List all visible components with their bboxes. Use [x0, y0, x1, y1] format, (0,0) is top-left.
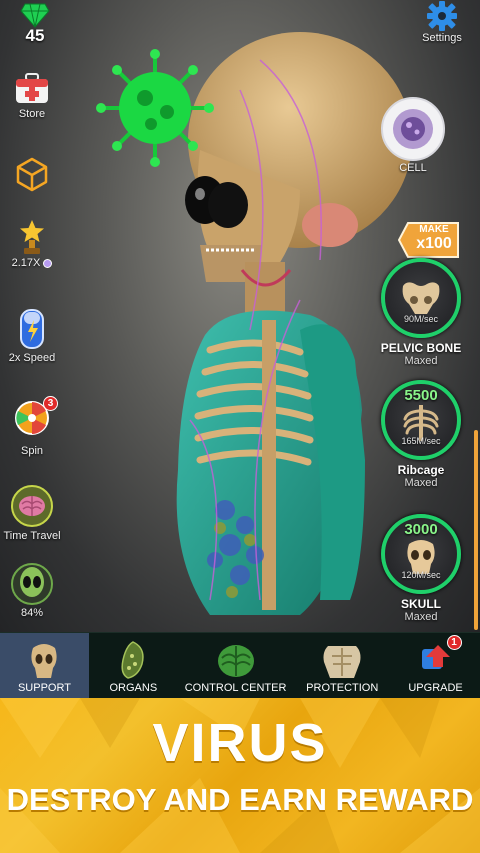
- tab-label: ORGANS: [109, 682, 158, 694]
- tab-organs[interactable]: ORGANS: [89, 633, 178, 698]
- tab-upgrade[interactable]: 1 UPGRADE: [391, 633, 480, 698]
- make-count: x100: [416, 235, 452, 252]
- upgrade-badge: 1: [446, 635, 462, 650]
- time-travel-label: Time Travel: [3, 530, 61, 542]
- banner-title: VIRUS: [152, 713, 328, 773]
- bottom-nav: SUPPORT ORGANS CONTROL CENTER PROTECTION…: [0, 632, 480, 698]
- organ-icon: [121, 641, 145, 679]
- gem-count: 45: [25, 26, 45, 45]
- alien-skull-icon: [31, 644, 58, 678]
- spin-button[interactable]: 3 Spin: [4, 396, 60, 457]
- potion-bottle-icon: [20, 309, 44, 349]
- make-label: MAKE: [419, 224, 449, 235]
- cube-button[interactable]: [4, 156, 60, 192]
- torso-armor-icon: [323, 646, 361, 678]
- upgrade-status: Maxed: [404, 355, 438, 367]
- cube-icon: [16, 157, 48, 192]
- upgrade-rate: 90M/sec: [403, 314, 438, 324]
- gem-icon: [20, 3, 50, 28]
- multiplier-label: 2.17X: [11, 257, 41, 269]
- brain-icon: [11, 485, 53, 527]
- cell-icon: [381, 97, 445, 161]
- banner-subtitle: DESTROY AND EARN REWARD: [6, 782, 474, 817]
- upgrade-skull[interactable]: 3000 120M/sec SKULL Maxed: [380, 514, 462, 623]
- tab-support[interactable]: SUPPORT: [0, 633, 89, 698]
- upgrade-cost: 5500: [404, 387, 438, 404]
- speed-label: 2x Speed: [8, 352, 56, 364]
- speed-button[interactable]: 2x Speed: [4, 306, 60, 364]
- upgrade-name: Ribcage: [397, 463, 445, 477]
- trophy-star-icon: [20, 220, 44, 254]
- time-travel-button[interactable]: Time Travel: [1, 484, 63, 542]
- tab-control-center[interactable]: CONTROL CENTER: [178, 633, 294, 698]
- scrollbar[interactable]: [474, 430, 478, 630]
- tab-label: CONTROL CENTER: [184, 682, 287, 694]
- tab-label: SUPPORT: [17, 682, 71, 694]
- upgrade-rate: 120M/sec: [401, 570, 441, 580]
- upgrade-rate: 165M/sec: [401, 436, 441, 446]
- tab-protection[interactable]: PROTECTION: [293, 633, 391, 698]
- cell-button[interactable]: CELL: [378, 96, 448, 174]
- make-multiplier-button[interactable]: MAKE x100: [398, 221, 460, 259]
- alien-head-icon: [11, 563, 53, 605]
- progress-percent: 84%: [20, 607, 44, 619]
- gear-icon: [427, 1, 457, 31]
- gem-counter: 45: [18, 2, 52, 46]
- first-aid-kit-icon: [16, 73, 48, 103]
- upgrade-ribcage[interactable]: 5500 165M/sec Ribcage Maxed: [380, 380, 462, 489]
- alien-progress-button[interactable]: 84%: [4, 562, 60, 619]
- spin-badge: 3: [43, 396, 58, 411]
- virus-icon[interactable]: [95, 48, 215, 168]
- game-scene[interactable]: 45 Settings Store 2.17X 2x Speed 3 Spin …: [0, 0, 480, 632]
- cell-label: CELL: [399, 162, 427, 174]
- gem-mini-icon: [43, 258, 53, 268]
- upgrade-status: Maxed: [404, 477, 438, 489]
- settings-label: Settings: [422, 32, 462, 44]
- upgrade-status: Maxed: [404, 611, 438, 623]
- store-label: Store: [18, 108, 46, 120]
- upgrade-cost: 3000: [404, 521, 438, 538]
- brain-green-icon: [217, 645, 254, 677]
- multiplier-button[interactable]: 2.17X: [4, 218, 60, 269]
- spin-label: Spin: [20, 445, 44, 457]
- tab-label: PROTECTION: [306, 682, 379, 694]
- tab-label: UPGRADE: [408, 682, 463, 694]
- upgrade-pelvic-bone[interactable]: 90M/sec PELVIC BONE Maxed: [380, 258, 462, 367]
- upgrade-name: SKULL: [401, 597, 441, 611]
- settings-button[interactable]: Settings: [414, 0, 470, 44]
- pelvis-icon: [402, 282, 440, 314]
- store-button[interactable]: Store: [4, 72, 60, 120]
- promo-banner: VIRUS DESTROY AND EARN REWARD: [0, 698, 480, 853]
- upgrade-name: PELVIC BONE: [380, 341, 462, 355]
